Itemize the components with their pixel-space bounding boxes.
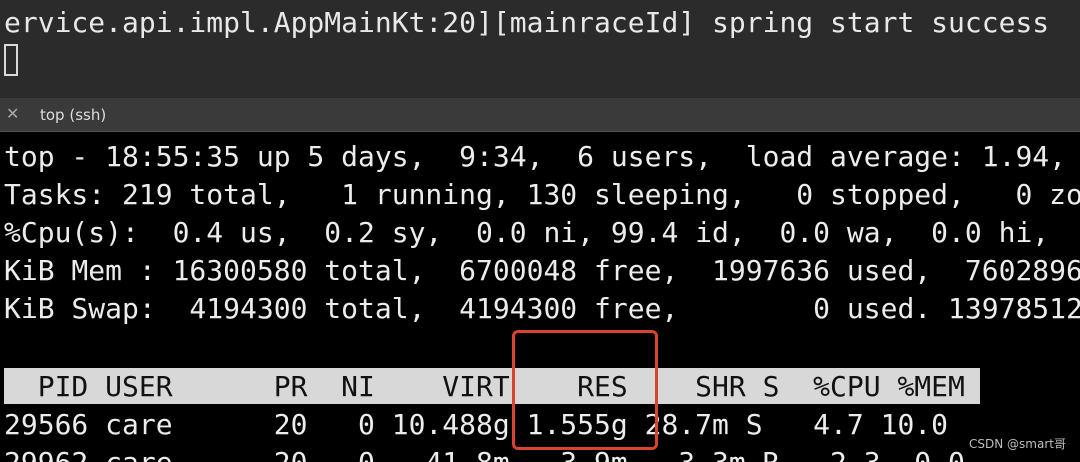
watermark: CSDN @smart哥 xyxy=(969,437,1066,451)
table-row: 29566 care 20 0 10.488g 1.555g 28.7m S 4… xyxy=(4,408,949,441)
top-summary-mem: KiB Mem : 16300580 total, 6700048 free, … xyxy=(4,254,1080,287)
close-icon[interactable]: ✕ xyxy=(6,105,19,123)
table-row: 29962 care 20 0 41.8m 3.9m 3.3m R 2.3 0.… xyxy=(4,444,965,462)
tab-title: top (ssh) xyxy=(40,106,107,124)
log-output-line: ervice.api.impl.AppMainKt:20][mainraceId… xyxy=(4,6,1050,39)
top-summary-tasks: Tasks: 219 total, 1 running, 130 sleepin… xyxy=(4,178,1080,211)
process-table-header-text: PID USER PR NI VIRT RES SHR S %CPU %MEM xyxy=(4,370,965,403)
top-summary-uptime: top - 18:55:35 up 5 days, 9:34, 6 users,… xyxy=(4,140,1067,173)
upper-terminal-pane[interactable]: ervice.api.impl.AppMainKt:20][mainraceId… xyxy=(0,0,1080,98)
top-summary-swap: KiB Swap: 4194300 total, 4194300 free, 0… xyxy=(4,292,1080,325)
terminal-window: ervice.api.impl.AppMainKt:20][mainraceId… xyxy=(0,0,1080,462)
terminal-tab[interactable]: ✕ top (ssh) xyxy=(0,98,1080,132)
res-column-highlight xyxy=(512,330,658,450)
top-summary-cpu: %Cpu(s): 0.4 us, 0.2 sy, 0.0 ni, 99.4 id… xyxy=(4,216,1050,249)
terminal-cursor xyxy=(4,44,18,76)
